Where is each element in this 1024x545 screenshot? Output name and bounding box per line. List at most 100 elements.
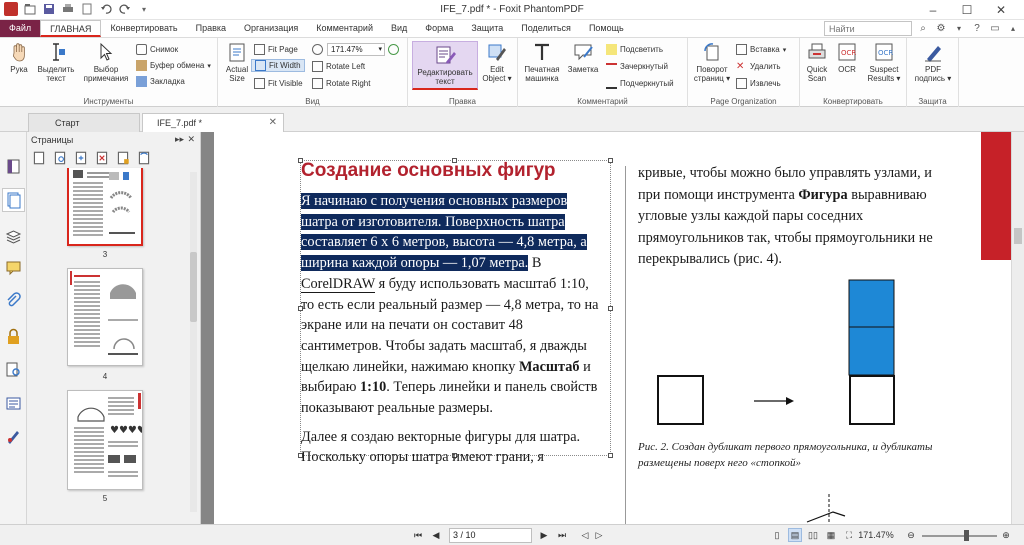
zoom-out-button[interactable] [312, 43, 323, 56]
delete-page-icon[interactable] [94, 150, 110, 166]
zoom-slider[interactable] [922, 535, 997, 537]
single-page-icon[interactable]: ▯ [770, 528, 784, 542]
tab-view[interactable]: Вид [382, 20, 416, 37]
fit-visible-button[interactable]: Fit Visible [254, 77, 303, 90]
tab-comment[interactable]: Комментарий [307, 20, 382, 37]
continuous-page-icon[interactable]: ▤ [788, 528, 802, 542]
gear-icon[interactable]: ⚙ [934, 22, 948, 36]
tab-protect[interactable]: Защита [462, 20, 512, 37]
minimize-button[interactable]: – [916, 0, 950, 19]
layers-icon[interactable] [5, 228, 22, 245]
next-page-icon[interactable]: ▶ [538, 528, 550, 542]
underline-button[interactable]: Подчеркнутый [606, 77, 674, 90]
search-document-icon[interactable] [5, 361, 22, 378]
comments-icon[interactable] [5, 259, 22, 276]
rotate-pages-button[interactable]: Поворот страниц ▾ [692, 41, 732, 83]
tab-convert[interactable]: Конвертировать [101, 20, 186, 37]
next-view-icon[interactable]: ▷ [592, 528, 606, 542]
hand-button[interactable]: Рука [5, 41, 33, 74]
pages-icon[interactable] [2, 188, 25, 212]
snapshot-button[interactable]: Снимок [136, 43, 178, 56]
search-input[interactable] [824, 21, 912, 36]
rotate-right-button[interactable]: Rotate Right [312, 77, 370, 90]
resize-handle[interactable] [608, 306, 613, 311]
zoom-slider-knob[interactable] [964, 530, 969, 541]
note-button[interactable]: Заметка [566, 41, 600, 74]
selected-text[interactable]: Я начинаю с получения основных размеров … [301, 193, 587, 272]
signature-panel-icon[interactable] [5, 428, 22, 445]
tab-start[interactable]: Старт [28, 113, 140, 132]
attachment-icon[interactable] [5, 292, 22, 309]
zoom-in-icon[interactable]: ⊕ [999, 528, 1013, 542]
quick-scan-button[interactable]: Quick Scan [803, 41, 831, 83]
restore-icon[interactable]: ▭ [988, 22, 1002, 36]
delete-button[interactable]: ✕ Удалить [736, 60, 781, 73]
typewriter-button[interactable]: Печатная машинка [522, 41, 562, 83]
close-panel-icon[interactable]: ✕ [187, 134, 195, 145]
tab-help[interactable]: Помощь [580, 20, 633, 37]
tab-home[interactable]: ГЛАВНАЯ [40, 20, 102, 37]
facing-page-icon[interactable]: ▯▯ [806, 528, 820, 542]
fit-width-button[interactable]: Fit Width [251, 59, 305, 72]
last-page-icon[interactable]: ⏭ [556, 528, 568, 542]
page-options-icon[interactable] [31, 150, 47, 166]
zoom-in-button[interactable] [388, 43, 399, 56]
page-thumbnail-5[interactable]: ♥♥♥♥ [67, 390, 143, 490]
left-column[interactable]: Создание основных фигур Я начинаю с полу… [301, 160, 604, 468]
select-annotation-button[interactable]: Выбор примечания [84, 41, 128, 83]
tab-form[interactable]: Форма [416, 20, 462, 37]
tab-edit[interactable]: Правка [187, 20, 235, 37]
suspect-results-button[interactable]: OCR Suspect Results ▾ [864, 41, 904, 83]
security-lock-icon[interactable] [5, 328, 22, 345]
continuous-facing-icon[interactable]: ▦ [824, 528, 838, 542]
bookmark-button[interactable]: Закладка [136, 75, 185, 88]
fit-page-button[interactable]: Fit Page [254, 43, 298, 56]
pdf-sign-button[interactable]: PDF подпись ▾ [913, 41, 953, 83]
resize-handle[interactable] [608, 453, 613, 458]
tab-file[interactable]: Файл [0, 20, 41, 37]
extract-button[interactable]: Извлечь [736, 77, 781, 90]
help-icon[interactable]: ? [970, 22, 984, 36]
tab-share[interactable]: Поделиться [512, 20, 580, 37]
document-vertical-scrollbar[interactable] [1011, 132, 1024, 524]
page-number-input[interactable]: 3 / 10 [449, 528, 532, 543]
fullscreen-icon[interactable]: ⛶ [842, 528, 856, 542]
rotate-left-button[interactable]: Rotate Left [312, 60, 365, 73]
actual-size-button[interactable]: Actual Size [224, 41, 250, 83]
zoom-combo[interactable]: 171.47% ▾ [327, 43, 385, 56]
tab-ife7[interactable]: IFE_7.pdf * ✕ [142, 113, 284, 132]
insert-page-icon[interactable] [73, 150, 89, 166]
bookmark-label: Закладка [150, 77, 185, 86]
strikeout-button[interactable]: Зачеркнутый [606, 60, 668, 73]
page-thumbnail-4[interactable] [67, 268, 143, 366]
clipboard-button[interactable]: Буфер обмена ▾ [136, 59, 211, 72]
ribbon-collapse-icon[interactable]: ▴ [1006, 22, 1020, 36]
pages-panel-scroll-thumb[interactable] [190, 252, 197, 322]
rotate-page-icon[interactable] [136, 150, 152, 166]
bookmarks-icon[interactable] [5, 158, 22, 175]
edit-text-button[interactable]: Редактировать текст [412, 41, 478, 90]
first-page-icon[interactable]: ⏮ [412, 528, 424, 542]
close-button[interactable]: ✕ [984, 0, 1018, 19]
previous-view-icon[interactable]: ◁ [578, 528, 592, 542]
edit-object-button[interactable]: Edit Object ▾ [480, 41, 514, 83]
pages-panel-scrollbar[interactable] [190, 172, 197, 512]
page-thumbnail-3[interactable] [67, 168, 143, 246]
zoom-out-icon[interactable]: ⊖ [904, 528, 918, 542]
document-scroll-thumb[interactable] [1014, 228, 1022, 244]
tab-organize[interactable]: Организация [235, 20, 307, 37]
highlight-button[interactable]: Подсветить [606, 43, 663, 56]
form-fields-icon[interactable] [5, 395, 22, 412]
resize-handle[interactable] [608, 158, 613, 163]
maximize-button[interactable]: ☐ [950, 0, 984, 19]
zoom-thumbnails-icon[interactable] [52, 150, 68, 166]
insert-button[interactable]: Вставка ▾ [736, 43, 786, 56]
previous-page-icon[interactable]: ◀ [430, 528, 442, 542]
search-icon[interactable]: ⌕ [916, 22, 930, 36]
chevron-down-icon[interactable]: ▾ [952, 22, 966, 36]
ocr-button[interactable]: OCR OCR [835, 41, 859, 74]
expand-panel-icon[interactable]: ▸▸ [175, 134, 184, 145]
close-tab-icon[interactable]: ✕ [269, 114, 277, 132]
select-text-button[interactable]: Выделить текст [34, 41, 78, 83]
extract-page-icon[interactable] [115, 150, 131, 166]
